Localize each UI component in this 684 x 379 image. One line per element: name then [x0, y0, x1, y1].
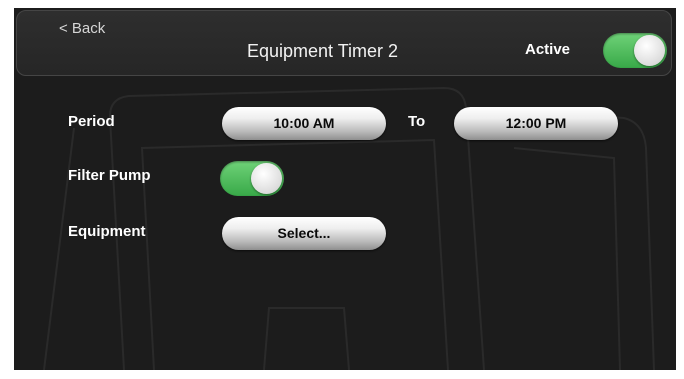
period-end-button[interactable]: 12:00 PM: [454, 107, 618, 140]
header-bar: < Back Equipment Timer 2 Active: [16, 10, 672, 76]
back-button[interactable]: < Back: [59, 20, 105, 37]
period-label: Period: [68, 113, 115, 130]
filter-pump-toggle[interactable]: [220, 161, 284, 196]
period-start-button[interactable]: 10:00 AM: [222, 107, 386, 140]
toggle-knob: [634, 35, 665, 66]
filter-pump-label: Filter Pump: [68, 167, 151, 184]
period-to-label: To: [408, 113, 426, 130]
page-title: Equipment Timer 2: [247, 41, 399, 61]
active-label: Active: [525, 41, 571, 58]
equipment-select-button[interactable]: Select...: [222, 217, 386, 250]
timer-screen: < Back Equipment Timer 2 Active Period 1…: [14, 8, 676, 370]
active-toggle[interactable]: [603, 33, 667, 68]
toggle-knob: [251, 163, 282, 194]
equipment-label: Equipment: [68, 223, 146, 240]
